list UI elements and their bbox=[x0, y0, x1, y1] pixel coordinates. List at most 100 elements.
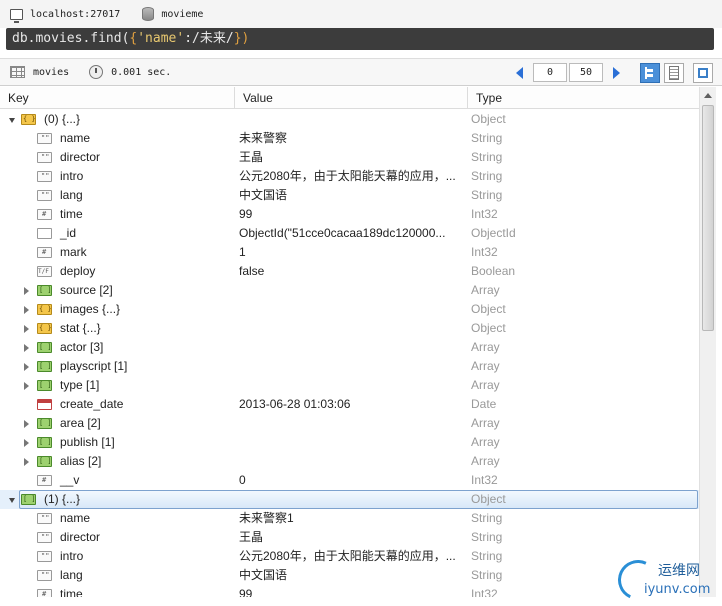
selection-highlight bbox=[19, 490, 698, 509]
column-header-value[interactable]: Value bbox=[235, 87, 468, 109]
column-header-type[interactable]: Type bbox=[468, 87, 700, 109]
text-view-button[interactable] bbox=[664, 63, 684, 83]
expand-toggle-icon[interactable] bbox=[24, 362, 29, 371]
type-cell: String bbox=[471, 131, 503, 145]
value-cell: 2013-06-28 01:03:06 bbox=[239, 397, 351, 411]
scroll-up-icon[interactable] bbox=[704, 93, 712, 98]
field-row[interactable]: intro 公元2080年，由于太阳能天幕的应用，... String bbox=[0, 167, 700, 186]
array-icon bbox=[37, 342, 52, 353]
table-header: Key Value Type bbox=[0, 87, 700, 109]
key-label: create_date bbox=[60, 397, 124, 411]
expand-toggle-icon[interactable] bbox=[24, 324, 29, 333]
key-label: name bbox=[60, 511, 91, 525]
string-icon bbox=[37, 190, 52, 201]
value-cell: 未来警察 bbox=[239, 131, 288, 145]
key-cell: time bbox=[24, 585, 83, 597]
key-cell: alias [2] bbox=[24, 452, 101, 471]
prev-page-icon[interactable] bbox=[516, 66, 523, 79]
date-icon bbox=[37, 399, 52, 410]
execution-time: 0.001 sec. bbox=[111, 66, 172, 78]
type-cell: Array bbox=[471, 340, 500, 354]
field-row[interactable]: director 王晶 String bbox=[0, 148, 700, 167]
field-row[interactable]: mark 1 Int32 bbox=[0, 243, 700, 262]
tree-view-icon bbox=[645, 67, 655, 79]
value-cell: 中文国语 bbox=[239, 188, 288, 202]
field-row[interactable]: actor [3] Array bbox=[0, 338, 700, 357]
field-row[interactable]: intro 公元2080年，由于太阳能天幕的应用，... String bbox=[0, 547, 700, 566]
scroll-thumb[interactable] bbox=[702, 105, 714, 331]
skip-input[interactable]: 0 bbox=[533, 63, 567, 82]
database-selector[interactable]: movieme bbox=[142, 7, 203, 21]
key-label: type [1] bbox=[60, 378, 100, 392]
key-cell: intro bbox=[24, 547, 83, 566]
key-label: area [2] bbox=[60, 416, 101, 430]
expand-toggle-icon[interactable] bbox=[24, 438, 29, 447]
query-pattern: /未来/ bbox=[192, 31, 234, 46]
field-row[interactable]: __v 0 Int32 bbox=[0, 471, 700, 490]
key-label: images {...} bbox=[60, 302, 121, 316]
field-row[interactable]: lang 中文国语 String bbox=[0, 566, 700, 585]
field-row[interactable]: _id ObjectId("51cce0cacaa189dc120000... Ob… bbox=[0, 224, 700, 243]
expand-toggle-icon[interactable] bbox=[24, 457, 29, 466]
watermark-text-en: iyunv.com bbox=[644, 582, 711, 597]
query-editor[interactable]: db.movies.find({'name':/未来/}) bbox=[6, 28, 714, 50]
key-cell: publish [1] bbox=[24, 433, 115, 452]
type-cell: String bbox=[471, 549, 503, 563]
key-cell: name bbox=[24, 509, 90, 528]
field-row[interactable]: publish [1] Array bbox=[0, 433, 700, 452]
key-cell: source [2] bbox=[24, 281, 113, 300]
field-row[interactable]: playscript [1] Array bbox=[0, 357, 700, 376]
string-icon bbox=[37, 570, 52, 581]
key-cell: mark bbox=[24, 243, 87, 262]
field-row[interactable]: director 王晶 String bbox=[0, 528, 700, 547]
type-cell: Object bbox=[471, 492, 506, 506]
server-host: localhost:27017 bbox=[30, 8, 121, 20]
vertical-scrollbar[interactable] bbox=[699, 87, 716, 597]
field-row[interactable]: source [2] Array bbox=[0, 281, 700, 300]
type-cell: String bbox=[471, 511, 503, 525]
text-view-icon bbox=[669, 66, 679, 80]
value-cell: 1 bbox=[239, 245, 246, 259]
field-row[interactable]: time 99 Int32 bbox=[0, 205, 700, 224]
pager: 0 50 bbox=[516, 63, 620, 82]
maximize-button[interactable] bbox=[693, 63, 713, 83]
value-cell: false bbox=[239, 264, 265, 278]
field-row[interactable]: alias [2] Array bbox=[0, 452, 700, 471]
field-row[interactable]: lang 中文国语 String bbox=[0, 186, 700, 205]
array-icon bbox=[37, 380, 52, 391]
key-label: lang bbox=[60, 568, 83, 582]
collection-icon bbox=[10, 66, 25, 78]
expand-toggle-icon[interactable] bbox=[24, 286, 29, 295]
expand-toggle-icon[interactable] bbox=[24, 305, 29, 314]
field-row[interactable]: time 99 Int32 bbox=[0, 585, 700, 597]
tree-view-button[interactable] bbox=[640, 63, 660, 83]
field-row[interactable]: create_date 2013-06-28 01:03:06 Date bbox=[0, 395, 700, 414]
key-cell: actor [3] bbox=[24, 338, 103, 357]
limit-input[interactable]: 50 bbox=[569, 63, 603, 82]
expand-toggle-icon[interactable] bbox=[24, 343, 29, 352]
type-cell: Object bbox=[471, 302, 506, 316]
expand-toggle-icon[interactable] bbox=[24, 381, 29, 390]
column-header-key[interactable]: Key bbox=[0, 87, 235, 109]
collapse-toggle-icon[interactable] bbox=[9, 118, 15, 123]
field-row[interactable]: images {...} Object bbox=[0, 300, 700, 319]
document-row[interactable]: (1) {...} Object bbox=[0, 490, 700, 509]
collapse-toggle-icon[interactable] bbox=[9, 498, 15, 503]
field-row[interactable]: name 未来警察1 String bbox=[0, 509, 700, 528]
next-page-icon[interactable] bbox=[613, 66, 620, 79]
type-cell: Int32 bbox=[471, 473, 498, 487]
server-icon bbox=[10, 8, 23, 23]
field-row[interactable]: name 未来警察 String bbox=[0, 129, 700, 148]
field-row[interactable]: type [1] Array bbox=[0, 376, 700, 395]
field-row[interactable]: stat {...} Object bbox=[0, 319, 700, 338]
server-connection[interactable]: localhost:27017 bbox=[10, 8, 121, 23]
key-label: time bbox=[60, 587, 83, 597]
document-row[interactable]: (0) {...} Object bbox=[0, 110, 700, 129]
field-row[interactable]: deploy false Boolean bbox=[0, 262, 700, 281]
type-cell: Array bbox=[471, 378, 500, 392]
key-label: (0) {...} bbox=[44, 112, 81, 126]
field-row[interactable]: area [2] Array bbox=[0, 414, 700, 433]
expand-toggle-icon[interactable] bbox=[24, 419, 29, 428]
value-cell: 公元2080年，由于太阳能天幕的应用，... bbox=[239, 549, 456, 563]
key-label: lang bbox=[60, 188, 83, 202]
